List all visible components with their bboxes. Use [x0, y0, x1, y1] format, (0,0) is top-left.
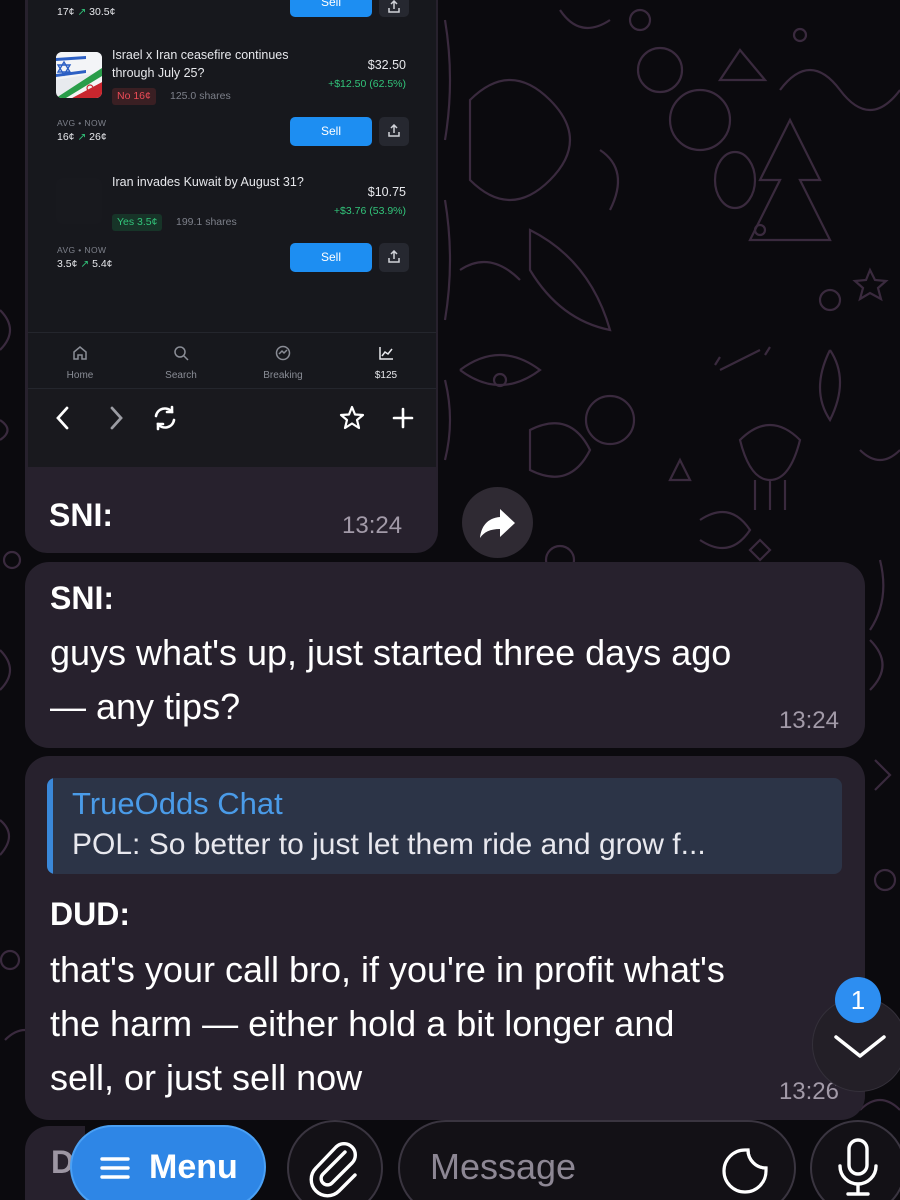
sell-button[interactable]: Sell: [290, 243, 372, 272]
nav-label: $125: [374, 370, 398, 381]
israel-iran-flag-thumbnail: [56, 52, 102, 98]
reply-accent-bar: [47, 778, 53, 874]
sell-button[interactable]: Sell: [290, 117, 372, 146]
chevron-left-icon: [56, 406, 69, 430]
message-text: that's your call bro, if you're in profi…: [50, 943, 850, 1105]
message-line: sell, or just sell now: [50, 1057, 363, 1098]
nav-search[interactable]: Search: [146, 345, 216, 381]
outcome-badge-yes: Yes 3.5¢: [112, 214, 163, 231]
partial-sell-button: Sell: [290, 0, 372, 17]
message-text: guys what's up, just started three days …: [50, 626, 850, 734]
message-input[interactable]: Message: [398, 1120, 796, 1200]
app-bottom-nav: Home Search Breaking $125: [28, 332, 436, 388]
up-arrow-icon: ↗: [80, 258, 90, 270]
message-time: 13:24: [778, 707, 839, 734]
breaking-icon: [275, 345, 291, 361]
chevron-right-icon: [110, 406, 123, 430]
sender-name: DUD:: [50, 896, 130, 932]
sender-name: SNI:: [49, 497, 113, 533]
sticker-icon: [722, 1148, 768, 1194]
nav-label: Search: [165, 370, 197, 381]
up-arrow-icon: ↗: [77, 6, 87, 18]
share-button[interactable]: [379, 243, 409, 272]
reply-quote-text: POL: So better to just let them ride and…: [72, 828, 706, 861]
forward-button[interactable]: [462, 487, 533, 558]
reload-icon: [154, 405, 176, 431]
nav-portfolio[interactable]: $125: [351, 345, 421, 381]
message-bubble[interactable]: SNI: guys what's up, just started three …: [25, 562, 865, 748]
browser-bookmark-button[interactable]: [337, 403, 367, 433]
search-icon: [174, 346, 189, 361]
browser-new-tab-button[interactable]: [388, 403, 418, 433]
attach-button[interactable]: [287, 1120, 383, 1200]
position-title[interactable]: Iran invades Kuwait by August 31?: [112, 173, 312, 191]
browser-forward-button[interactable]: [101, 403, 131, 433]
forward-arrow-icon: [480, 509, 515, 538]
avg-now-label: AVG • NOW: [57, 118, 107, 128]
browser-toolbar: [28, 388, 436, 467]
position-value: $32.50: [367, 58, 406, 72]
microphone-icon: [838, 1138, 878, 1196]
nav-breaking[interactable]: Breaking: [248, 345, 318, 381]
star-icon: [339, 405, 365, 430]
menu-label: Menu: [149, 1148, 238, 1186]
portfolio-chart-icon: [379, 347, 393, 360]
hamburger-icon: [100, 1157, 130, 1179]
position-shares: 125.0 shares: [170, 90, 231, 102]
position-title[interactable]: Israel x Iran ceasefire continues throug…: [112, 46, 312, 82]
nav-label: Breaking: [263, 370, 303, 381]
market-thumbnail: [56, 178, 102, 224]
partial-avg-prices: 17¢ ↗ 30.5¢: [57, 6, 116, 18]
message-line: guys what's up, just started three days …: [50, 632, 732, 673]
message-line: the harm — either hold a bit longer and: [50, 1003, 675, 1044]
reply-quote[interactable]: TrueOdds Chat POL: So better to just let…: [47, 778, 842, 874]
shared-screenshot-image[interactable]: 17¢ ↗ 30.5¢ Sell Israel x Iran ceasefire…: [28, 0, 436, 467]
position-shares: 199.1 shares: [176, 216, 237, 228]
position-gain: +$12.50 (62.5%): [328, 78, 406, 90]
home-icon: [73, 346, 87, 360]
nav-home[interactable]: Home: [45, 345, 115, 381]
up-arrow-icon: ↗: [77, 131, 87, 143]
avg-now-prices: 3.5¢ ↗ 5.4¢: [57, 258, 113, 270]
reply-quote-title: TrueOdds Chat: [72, 786, 283, 821]
screenshot-message-bubble[interactable]: 17¢ ↗ 30.5¢ Sell Israel x Iran ceasefire…: [25, 0, 438, 553]
browser-reload-button[interactable]: [150, 403, 180, 433]
share-icon: [388, 123, 400, 137]
unread-count-badge: 1: [835, 977, 881, 1023]
sticker-button[interactable]: [720, 1146, 770, 1196]
position-gain: +$3.76 (53.9%): [333, 205, 406, 217]
menu-button[interactable]: Menu: [70, 1125, 266, 1200]
share-icon: [388, 249, 400, 263]
message-line: — any tips?: [50, 686, 241, 727]
message-line: that's your call bro, if you're in profi…: [50, 949, 725, 990]
paperclip-icon: [309, 1142, 357, 1198]
nav-label: Home: [66, 370, 94, 381]
outcome-badge-no: No 16¢: [112, 88, 156, 105]
voice-message-button[interactable]: [810, 1120, 900, 1200]
reply-message-bubble[interactable]: TrueOdds Chat POL: So better to just let…: [25, 756, 865, 1120]
share-button[interactable]: [379, 117, 409, 146]
message-time: 13:24: [342, 512, 403, 539]
message-placeholder: Message: [430, 1146, 577, 1187]
browser-back-button[interactable]: [48, 403, 78, 433]
share-icon: [388, 0, 400, 13]
position-value: $10.75: [367, 185, 406, 199]
avg-now-label: AVG • NOW: [57, 245, 107, 255]
partial-share-button: [379, 0, 409, 17]
sender-name: SNI:: [50, 580, 114, 616]
avg-now-prices: 16¢ ↗ 26¢: [57, 131, 107, 143]
plus-icon: [392, 407, 414, 429]
